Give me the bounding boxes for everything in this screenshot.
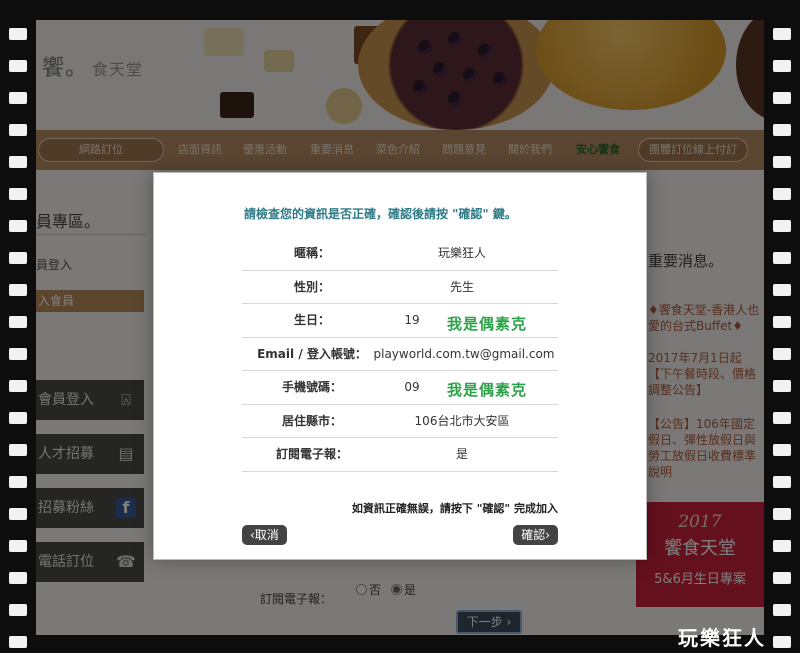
film-sprocket-hole [9, 252, 27, 264]
film-sprocket-hole [773, 60, 791, 72]
film-sprocket-hole [9, 156, 27, 168]
row-label: 性別： [293, 279, 330, 294]
film-sprocket-hole [773, 284, 791, 296]
cancel-button[interactable]: ‹取消 [242, 525, 287, 545]
row-label: 手機號碼： [281, 380, 342, 394]
row-label: 居住縣市： [281, 413, 342, 428]
film-sprocket-hole [9, 572, 27, 584]
film-sprocket-hole [773, 92, 791, 104]
watermark-text: 我是偶素克 [447, 315, 528, 333]
row-label: 訂閱電子報： [275, 447, 348, 461]
film-sprocket-hole [9, 476, 27, 488]
table-row: 性別： 先生 [242, 271, 558, 304]
film-sprocket-hole [9, 604, 27, 616]
row-value: 玩樂狂人 [437, 246, 486, 260]
film-sprocket-hole [9, 92, 27, 104]
table-row: 暱稱： 玩樂狂人 [242, 237, 558, 271]
film-sprocket-hole [9, 220, 27, 232]
author-signature: 玩樂狂人 [678, 626, 766, 650]
film-sprocket-hole [773, 412, 791, 424]
film-strip-frame: 饗。食天堂 網路訂位 店面資訊 優惠活動 重要消息 菜色介紹 問題意見 關於我們 [0, 0, 800, 653]
film-sprocket-hole [773, 636, 791, 648]
row-value: playworld.com.tw@gmail.com [373, 346, 555, 361]
table-row: 居住縣市： 106台北市大安區 [242, 405, 558, 438]
info-table: 暱稱： 玩樂狂人 性別： 先生 生日： 19 Email / 登入帳號： playwor… [242, 237, 558, 472]
film-sprocket-hole [9, 348, 27, 360]
film-sprocket-hole [9, 316, 27, 328]
confirm-button[interactable]: 確認› [513, 525, 558, 545]
film-sprocket-hole [773, 28, 791, 40]
film-sprocket-hole [773, 476, 791, 488]
film-sprocket-hole [9, 444, 27, 456]
row-label: 生日： [293, 313, 330, 327]
row-value: 106台北市大安區 [414, 413, 510, 428]
film-sprocket-hole [773, 572, 791, 584]
film-sprocket-hole [9, 508, 27, 520]
dialog-note: 如資訊正確無誤，請按下 "確認" 完成加入 [351, 502, 558, 515]
film-sprocket-hole [773, 380, 791, 392]
film-sprocket-hole [9, 380, 27, 392]
film-sprocket-hole [9, 124, 27, 136]
film-sprocket-hole [773, 348, 791, 360]
film-sprocket-hole [773, 156, 791, 168]
row-value: 09 [404, 380, 420, 394]
film-sprocket-hole [9, 540, 27, 552]
watermark-text: 我是偶素克 [447, 381, 528, 399]
row-value: 19 [404, 313, 420, 327]
film-sprocket-hole [773, 220, 791, 232]
film-sprocket-hole [773, 188, 791, 200]
film-sprocket-hole [9, 284, 27, 296]
confirm-dialog: 請檢查您的資訊是否正確，確認後請按 "確認" 鍵。 暱稱： 玩樂狂人 性別： 先生 … [153, 172, 647, 560]
film-sprocket-hole [773, 124, 791, 136]
row-label: 暱稱： [293, 246, 330, 260]
film-sprocket-hole [9, 412, 27, 424]
film-sprocket-hole [773, 316, 791, 328]
film-sprocket-hole [9, 60, 27, 72]
film-sprocket-hole [773, 604, 791, 616]
film-sprocket-hole [9, 636, 27, 648]
film-sprocket-hole [773, 540, 791, 552]
film-sprocket-hole [773, 508, 791, 520]
row-label: Email / 登入帳號： [257, 346, 367, 361]
film-sprocket-hole [9, 28, 27, 40]
film-sprocket-hole [9, 188, 27, 200]
table-row: 訂閱電子報： 是 [242, 438, 558, 472]
row-value: 先生 [449, 279, 474, 294]
film-sprocket-hole [773, 444, 791, 456]
film-sprocket-hole [773, 252, 791, 264]
table-row: Email / 登入帳號： playworld.com.tw@gmail.com [242, 338, 558, 371]
dialog-heading: 請檢查您的資訊是否正確，確認後請按 "確認" 鍵。 [244, 207, 517, 221]
row-value: 是 [455, 447, 468, 461]
